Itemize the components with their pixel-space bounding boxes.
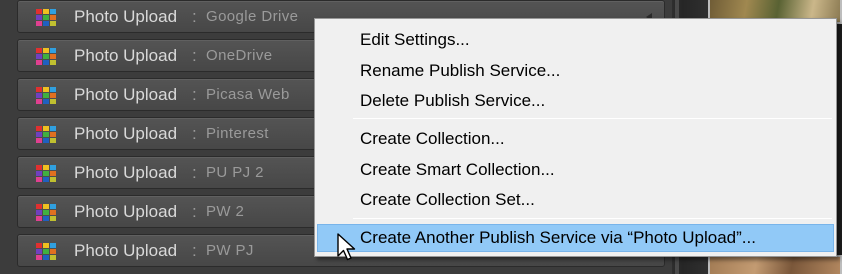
photo-upload-plugin-icon [36, 126, 56, 143]
menu-item-edit-settings[interactable]: Edit Settings... [317, 26, 834, 54]
service-separator: : [192, 241, 197, 260]
menu-item-create-collection-set[interactable]: Create Collection Set... [317, 186, 834, 214]
service-name: Photo Upload [74, 241, 178, 260]
photo-upload-plugin-icon [36, 9, 56, 26]
menu-item-create-smart-collection[interactable]: Create Smart Collection... [317, 156, 834, 184]
menu-item-create-collection[interactable]: Create Collection... [317, 125, 834, 153]
service-account: Picasa Web [206, 86, 290, 103]
service-account: PW 2 [206, 203, 245, 220]
photo-upload-plugin-icon [36, 165, 56, 182]
service-name: Photo Upload [74, 124, 178, 143]
context-menu: Edit Settings... Rename Publish Service.… [314, 18, 837, 257]
service-account: Google Drive [206, 8, 299, 25]
service-account: PW PJ [206, 242, 254, 259]
menu-item-create-another-publish-service[interactable]: Create Another Publish Service via “Phot… [317, 224, 834, 252]
photo-upload-plugin-icon [36, 48, 56, 65]
service-separator: : [192, 124, 197, 143]
service-account: OneDrive [206, 47, 273, 64]
service-account: Pinterest [206, 125, 269, 142]
service-separator: : [192, 7, 197, 26]
service-name: Photo Upload [74, 46, 178, 65]
service-name: Photo Upload [74, 85, 178, 104]
menu-item-rename-publish-service[interactable]: Rename Publish Service... [317, 57, 834, 85]
service-separator: : [192, 202, 197, 221]
service-account: PU PJ 2 [206, 164, 264, 181]
service-name: Photo Upload [74, 163, 178, 182]
service-separator: : [192, 85, 197, 104]
photo-upload-plugin-icon [36, 204, 56, 221]
service-separator: : [192, 46, 197, 65]
service-name: Photo Upload [74, 202, 178, 221]
photo-upload-plugin-icon [36, 87, 56, 104]
menu-separator [353, 218, 832, 219]
photo-upload-plugin-icon [36, 243, 56, 260]
arrow-cursor-icon [337, 233, 356, 261]
service-name: Photo Upload [74, 7, 178, 26]
photo-thumbnail[interactable] [708, 255, 842, 274]
lightroom-publish-screen: Photo Upload : Google Drive Photo Upload… [0, 0, 842, 274]
menu-separator [353, 118, 832, 119]
menu-item-delete-publish-service[interactable]: Delete Publish Service... [317, 87, 834, 115]
service-separator: : [192, 163, 197, 182]
